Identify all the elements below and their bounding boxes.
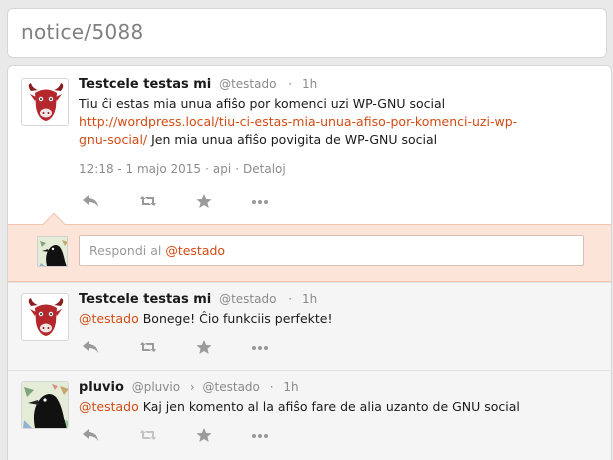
in-reply-to-arrow: › [189, 380, 195, 394]
notice-meta: Testcele testas mi @testado · 1h [79, 292, 317, 307]
timeinfo-separator: · [205, 162, 209, 176]
meta-separator: · [288, 77, 293, 91]
notice-text: Bonege! Ĉio funkciis perfekte! [138, 311, 333, 326]
more-icon[interactable] [250, 193, 270, 211]
notice-age[interactable]: 1h [283, 380, 298, 394]
more-icon[interactable] [250, 339, 270, 357]
notice-content: @testado Bonege! Ĉio funkciis perfekte! [79, 310, 569, 328]
mention-link[interactable]: @testado [79, 399, 139, 414]
favorite-icon[interactable] [195, 193, 215, 211]
notice-actions [82, 339, 282, 359]
notice-content: Tiu ĉi estas mia unua afiŝo por komenci … [79, 95, 569, 149]
notice-age[interactable]: 1h [302, 292, 317, 306]
repeat-icon[interactable] [138, 193, 158, 211]
notice-link-line2: gnu-social/ [79, 132, 148, 147]
black-bird-avatar-icon [37, 236, 68, 267]
reply-placeholder: Respondi al [89, 243, 166, 258]
favorite-icon[interactable] [195, 427, 215, 445]
reply-notice: pluvio @pluvio › @testado · 1h @testado … [8, 370, 611, 460]
notice-content: @testado Kaj jen komento al la afiŝo far… [79, 398, 569, 416]
author-nickname[interactable]: @testado [219, 292, 276, 306]
notice-meta: pluvio @pluvio › @testado · 1h [79, 380, 299, 395]
main-notice: Testcele testas mi @testado · 1h Tiu ĉi … [8, 66, 611, 226]
in-reply-to-nickname[interactable]: @testado [203, 380, 260, 394]
repeat-icon[interactable] [138, 339, 158, 357]
notice-link-line1: http://wordpress.local/tiu-ci-estas-mia-… [79, 114, 518, 129]
more-icon[interactable] [250, 427, 270, 445]
meta-separator: · [269, 380, 274, 394]
notice-text: Kaj jen komento al la afiŝo fare de alia… [138, 399, 520, 414]
page-header: notice/5088 [7, 8, 607, 58]
page-title: notice/5088 [21, 20, 144, 44]
reply-notice: Testcele testas mi @testado · 1h @testad… [8, 282, 611, 370]
conversation-feed: Testcele testas mi @testado · 1h Tiu ĉi … [7, 65, 612, 460]
notice-timestamp[interactable]: 12:18 - 1 majo 2015 [79, 162, 201, 176]
timeinfo-separator: · [235, 162, 240, 176]
red-bull-avatar-icon[interactable] [21, 78, 69, 126]
notice-text-before: Tiu ĉi estas mia unua afiŝo por komenci … [79, 96, 446, 111]
repeat-icon[interactable] [138, 427, 158, 445]
author-name[interactable]: Testcele testas mi [79, 292, 211, 307]
author-name[interactable]: pluvio [79, 380, 124, 395]
notice-actions [82, 427, 282, 447]
favorite-icon[interactable] [195, 339, 215, 357]
reply-form: Respondi al @testado [8, 224, 611, 282]
author-name[interactable]: Testcele testas mi [79, 77, 211, 92]
reply-mention: @testado [165, 243, 226, 258]
notice-meta: Testcele testas mi @testado · 1h [79, 77, 317, 92]
reply-icon[interactable] [82, 193, 102, 211]
meta-separator: · [288, 292, 293, 306]
red-bull-avatar-icon[interactable] [21, 293, 69, 341]
reply-icon[interactable] [82, 427, 102, 445]
notice-text-after: Jen mia unua afiŝo povigita de WP-GNU so… [147, 132, 438, 147]
author-nickname[interactable]: @pluvio [132, 380, 180, 394]
author-nickname[interactable]: @testado [219, 77, 276, 91]
reply-icon[interactable] [82, 339, 102, 357]
notice-actions [82, 193, 282, 213]
black-bird-avatar-icon[interactable] [21, 381, 69, 429]
mention-link[interactable]: @testado [79, 311, 139, 326]
reply-input[interactable]: Respondi al @testado [79, 235, 584, 266]
notice-details-link[interactable]: Detaloj [243, 162, 286, 176]
notice-age[interactable]: 1h [302, 77, 317, 91]
notice-source: api [212, 162, 232, 176]
notice-timeinfo: 12:18 - 1 majo 2015 · api · Detaloj [79, 162, 286, 176]
